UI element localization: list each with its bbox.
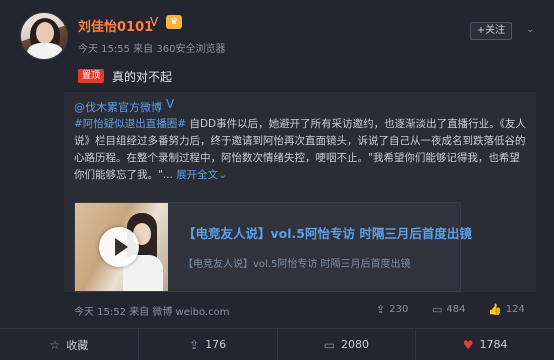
heart-icon: ♥ (462, 337, 474, 352)
repost-author[interactable]: @伐木累官方微博 (74, 99, 162, 115)
share-icon: ⇪ (376, 303, 386, 316)
repost-text: #阿怡疑似退出直播圈# 自DD事件以后，她避开了所有采访邀约，也逐渐淡出了直播行… (74, 116, 526, 184)
comment-icon: ▭ (323, 337, 336, 352)
hashtag-link[interactable]: #阿怡疑似退出直播圈# (74, 118, 186, 130)
username[interactable]: 刘佳怡0101 (78, 16, 153, 35)
comment-label: 2080 (341, 338, 370, 351)
like-count[interactable]: 👍 124 (488, 303, 525, 316)
collect-button[interactable]: ☆ 收藏 (0, 329, 139, 360)
share-icon: ⇪ (189, 337, 200, 352)
verified-icon: V (150, 15, 159, 29)
post-meta: 今天 15:55 来自 360安全浏览器 (78, 44, 226, 55)
video-subtitle: 【电竞友人说】vol.5阿怡专访 时隔三月后首度出镜 (183, 259, 411, 270)
weibo-post-card: 刘佳怡0101 V ♛ 今天 15:55 来自 360安全浏览器 +关注 ⌄ 置… (0, 0, 554, 360)
avatar[interactable] (20, 12, 68, 60)
star-icon: ☆ (49, 337, 61, 352)
collect-label: 收藏 (66, 338, 89, 352)
chevron-down-icon[interactable]: ⌄ (526, 24, 538, 36)
expand-chevron-icon[interactable]: ⌄ (218, 169, 227, 181)
pinned-badge: 置顶 (78, 69, 105, 83)
crown-icon: ♛ (166, 15, 182, 29)
play-icon[interactable] (99, 227, 139, 267)
repost-count[interactable]: ⇪ 230 (376, 303, 408, 316)
verified-blue-icon: V (166, 97, 175, 111)
repost-footer: 今天 15:52 来自 微博 weibo.com ⇪ 230 ▭ 484 👍 1… (64, 300, 536, 322)
like-count-value: 124 (505, 304, 525, 315)
video-title[interactable]: 【电竞友人说】vol.5阿怡专访 时隔三月后首度出镜 (183, 223, 472, 242)
follow-button[interactable]: +关注 (470, 22, 512, 40)
avatar-face (36, 22, 54, 44)
video-card[interactable]: 【电竞友人说】vol.5阿怡专访 时隔三月后首度出镜 【电竞友人说】vol.5阿… (74, 202, 472, 292)
like-button[interactable]: ♥ 1784 (416, 329, 554, 360)
expand-link[interactable]: 展开全文 (176, 169, 218, 181)
repost-label: 176 (205, 338, 227, 351)
comment-count[interactable]: ▭ 484 (432, 303, 466, 316)
avatar-body (27, 43, 63, 59)
action-bar: ☆ 收藏 ⇪ 176 ▭ 2080 ♥ 1784 (0, 328, 554, 360)
comment-button[interactable]: ▭ 2080 (278, 329, 417, 360)
comment-count-value: 484 (446, 304, 466, 315)
comment-icon: ▭ (432, 303, 443, 316)
repost-box: @伐木累官方微博 V #阿怡疑似退出直播圈# 自DD事件以后，她避开了所有采访邀… (64, 92, 536, 292)
repost-time: 今天 15:52 来自 微博 weibo.com (74, 307, 230, 318)
repost-button[interactable]: ⇪ 176 (139, 329, 278, 360)
like-label: 1784 (479, 338, 508, 351)
post-text: 真的对不起 (112, 70, 173, 84)
repost-count-value: 230 (389, 304, 409, 315)
thumbs-up-icon: 👍 (488, 303, 502, 316)
video-thumbnail[interactable] (75, 203, 168, 291)
